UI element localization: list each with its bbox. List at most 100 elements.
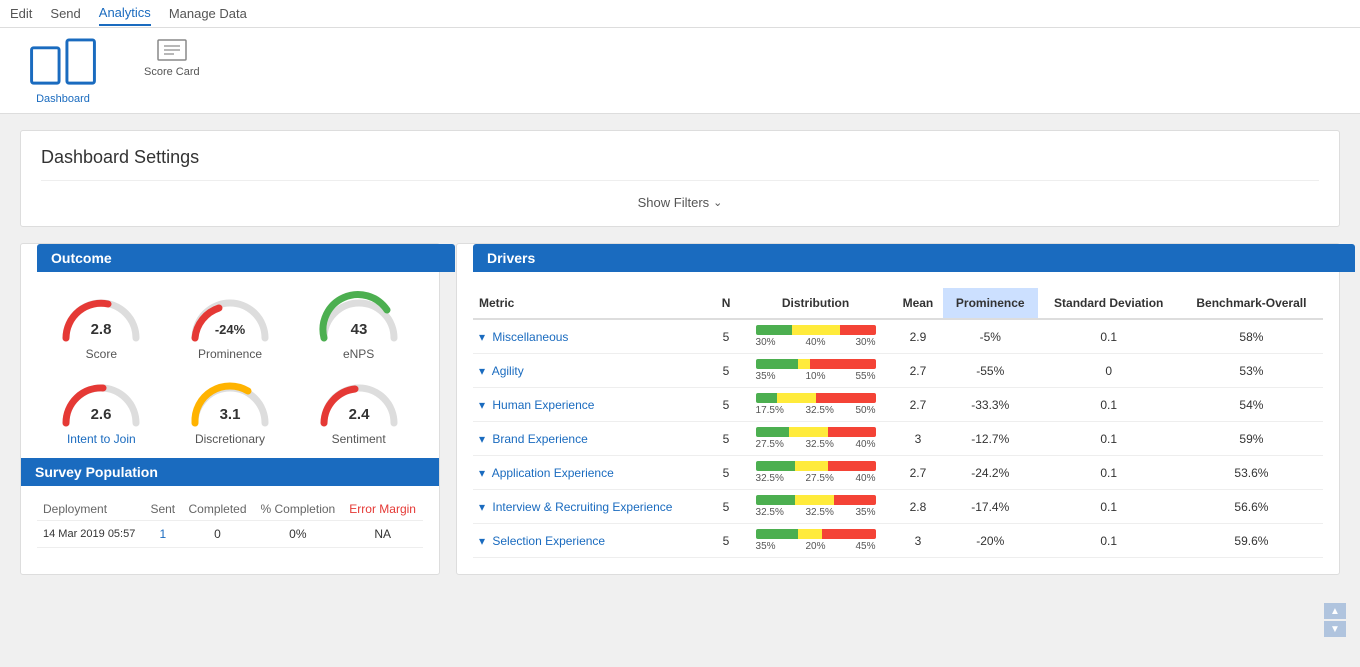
svg-text:2.4: 2.4	[348, 406, 370, 423]
score-label: Score	[86, 347, 117, 361]
col-pct: % Completion	[253, 498, 342, 521]
svg-text:43: 43	[350, 321, 367, 338]
settings-card: Dashboard Settings Show Filters ⌄	[20, 130, 1340, 227]
driver-mean: 2.7	[893, 456, 943, 490]
scroll-up-button[interactable]: ▲	[1324, 603, 1346, 619]
outcome-header: Outcome	[37, 244, 455, 272]
th-metric: Metric	[473, 288, 714, 319]
th-prominence: Prominence	[943, 288, 1038, 319]
expand-icon[interactable]	[479, 466, 489, 480]
col-error: Error Margin	[342, 498, 423, 521]
dist-red-label: 40%	[855, 439, 875, 450]
driver-row: Human Experience 5 17.5% 32.5% 50% 2.7 -…	[473, 388, 1323, 422]
driver-mean: 2.9	[893, 319, 943, 354]
th-benchmark: Benchmark-Overall	[1180, 288, 1323, 319]
expand-icon[interactable]	[479, 432, 489, 446]
driver-n: 5	[714, 319, 738, 354]
nav-send[interactable]: Send	[50, 2, 80, 25]
driver-row: Miscellaneous 5 30% 40% 30% 2.9 -5% 0.1 …	[473, 319, 1323, 354]
metric-link[interactable]: Human Experience	[492, 398, 594, 412]
score-gauge: 2.8 Score	[56, 288, 146, 361]
dist-green-label: 35%	[756, 371, 776, 382]
toolbar-scorecard[interactable]: Score Card	[136, 34, 208, 107]
th-distribution: Distribution	[738, 288, 893, 319]
driver-std: 0.1	[1038, 456, 1180, 490]
metric-link[interactable]: Application Experience	[492, 466, 614, 480]
discretionary-label: Discretionary	[195, 432, 265, 446]
survey-sent[interactable]: 1	[144, 521, 182, 548]
main-content: Dashboard Settings Show Filters ⌄ Outcom…	[0, 114, 1360, 591]
metric-link[interactable]: Interview & Recruiting Experience	[492, 500, 672, 514]
survey-population-header: Survey Population	[21, 458, 439, 486]
scroll-controls: ▲ ▼	[1324, 603, 1346, 637]
toolbar-dashboard[interactable]: Dashboard	[10, 34, 116, 107]
driver-benchmark: 56.6%	[1180, 490, 1323, 524]
survey-row: 14 Mar 2019 05:57 1 0 0% NA	[37, 521, 423, 548]
dist-green-label: 30%	[756, 337, 776, 348]
dashboard-icon	[18, 36, 108, 91]
driver-n: 5	[714, 354, 738, 388]
prominence-gauge: -24% Prominence	[185, 288, 275, 361]
survey-pct: 0%	[253, 521, 342, 548]
driver-mean: 2.7	[893, 354, 943, 388]
driver-metric: Human Experience	[473, 388, 714, 422]
dist-red-label: 55%	[855, 371, 875, 382]
expand-icon[interactable]	[479, 398, 489, 412]
expand-icon[interactable]	[479, 534, 489, 548]
nav-manage-data[interactable]: Manage Data	[169, 2, 247, 25]
drivers-header: Drivers	[473, 244, 1355, 272]
expand-icon[interactable]	[479, 330, 489, 344]
col-deployment: Deployment	[37, 498, 144, 521]
driver-prominence: -55%	[943, 354, 1038, 388]
dist-yellow-label: 32.5%	[806, 439, 834, 450]
dist-red-label: 40%	[855, 473, 875, 484]
toolbar: Dashboard Score Card	[0, 28, 1360, 114]
driver-metric: Interview & Recruiting Experience	[473, 490, 714, 524]
metric-link[interactable]: Agility	[492, 364, 524, 378]
survey-deployment: 14 Mar 2019 05:57	[37, 521, 144, 548]
nav-analytics[interactable]: Analytics	[99, 1, 151, 26]
driver-benchmark: 59%	[1180, 422, 1323, 456]
driver-mean: 2.7	[893, 388, 943, 422]
driver-std: 0.1	[1038, 388, 1180, 422]
driver-dist: 32.5% 27.5% 40%	[738, 456, 893, 490]
nav-edit[interactable]: Edit	[10, 2, 32, 25]
col-completed: Completed	[182, 498, 254, 521]
dist-yellow-label: 10%	[806, 371, 826, 382]
sentiment-gauge: 2.4 Sentiment	[314, 373, 404, 446]
dist-green-label: 35%	[756, 541, 776, 552]
scroll-down-button[interactable]: ▼	[1324, 621, 1346, 637]
driver-metric: Selection Experience	[473, 524, 714, 558]
discretionary-gauge: 3.1 Discretionary	[185, 373, 275, 446]
survey-completed: 0	[182, 521, 254, 548]
dist-yellow-label: 32.5%	[806, 507, 834, 518]
dist-green-label: 32.5%	[756, 507, 784, 518]
metric-link[interactable]: Brand Experience	[492, 432, 587, 446]
driver-std: 0	[1038, 354, 1180, 388]
th-n: N	[714, 288, 738, 319]
top-gauges: 2.8 Score -24% Prominence	[37, 288, 423, 361]
driver-metric: Agility	[473, 354, 714, 388]
driver-dist: 35% 10% 55%	[738, 354, 893, 388]
show-filters-button[interactable]: Show Filters ⌄	[41, 189, 1319, 216]
survey-table: Deployment Sent Completed % Completion E…	[37, 498, 423, 548]
bottom-gauges: 2.6 Intent to Join 3.1 Discretionary	[37, 373, 423, 446]
driver-benchmark: 53.6%	[1180, 456, 1323, 490]
metric-link[interactable]: Selection Experience	[492, 534, 605, 548]
expand-icon[interactable]	[479, 500, 489, 514]
scorecard-icon	[154, 36, 190, 64]
expand-icon[interactable]	[479, 364, 489, 378]
top-nav: Edit Send Analytics Manage Data	[0, 0, 1360, 28]
dist-yellow-label: 40%	[806, 337, 826, 348]
svg-text:3.1: 3.1	[220, 406, 241, 423]
driver-row: Agility 5 35% 10% 55% 2.7 -55% 0 53%	[473, 354, 1323, 388]
enps-label: eNPS	[343, 347, 374, 361]
dist-green-label: 27.5%	[756, 439, 784, 450]
driver-dist: 35% 20% 45%	[738, 524, 893, 558]
outcome-panel: Outcome 2.8 Score -	[20, 243, 440, 575]
svg-text:2.6: 2.6	[91, 406, 112, 423]
metric-link[interactable]: Miscellaneous	[492, 330, 568, 344]
survey-error: NA	[342, 521, 423, 548]
driver-dist: 27.5% 32.5% 40%	[738, 422, 893, 456]
driver-n: 5	[714, 456, 738, 490]
